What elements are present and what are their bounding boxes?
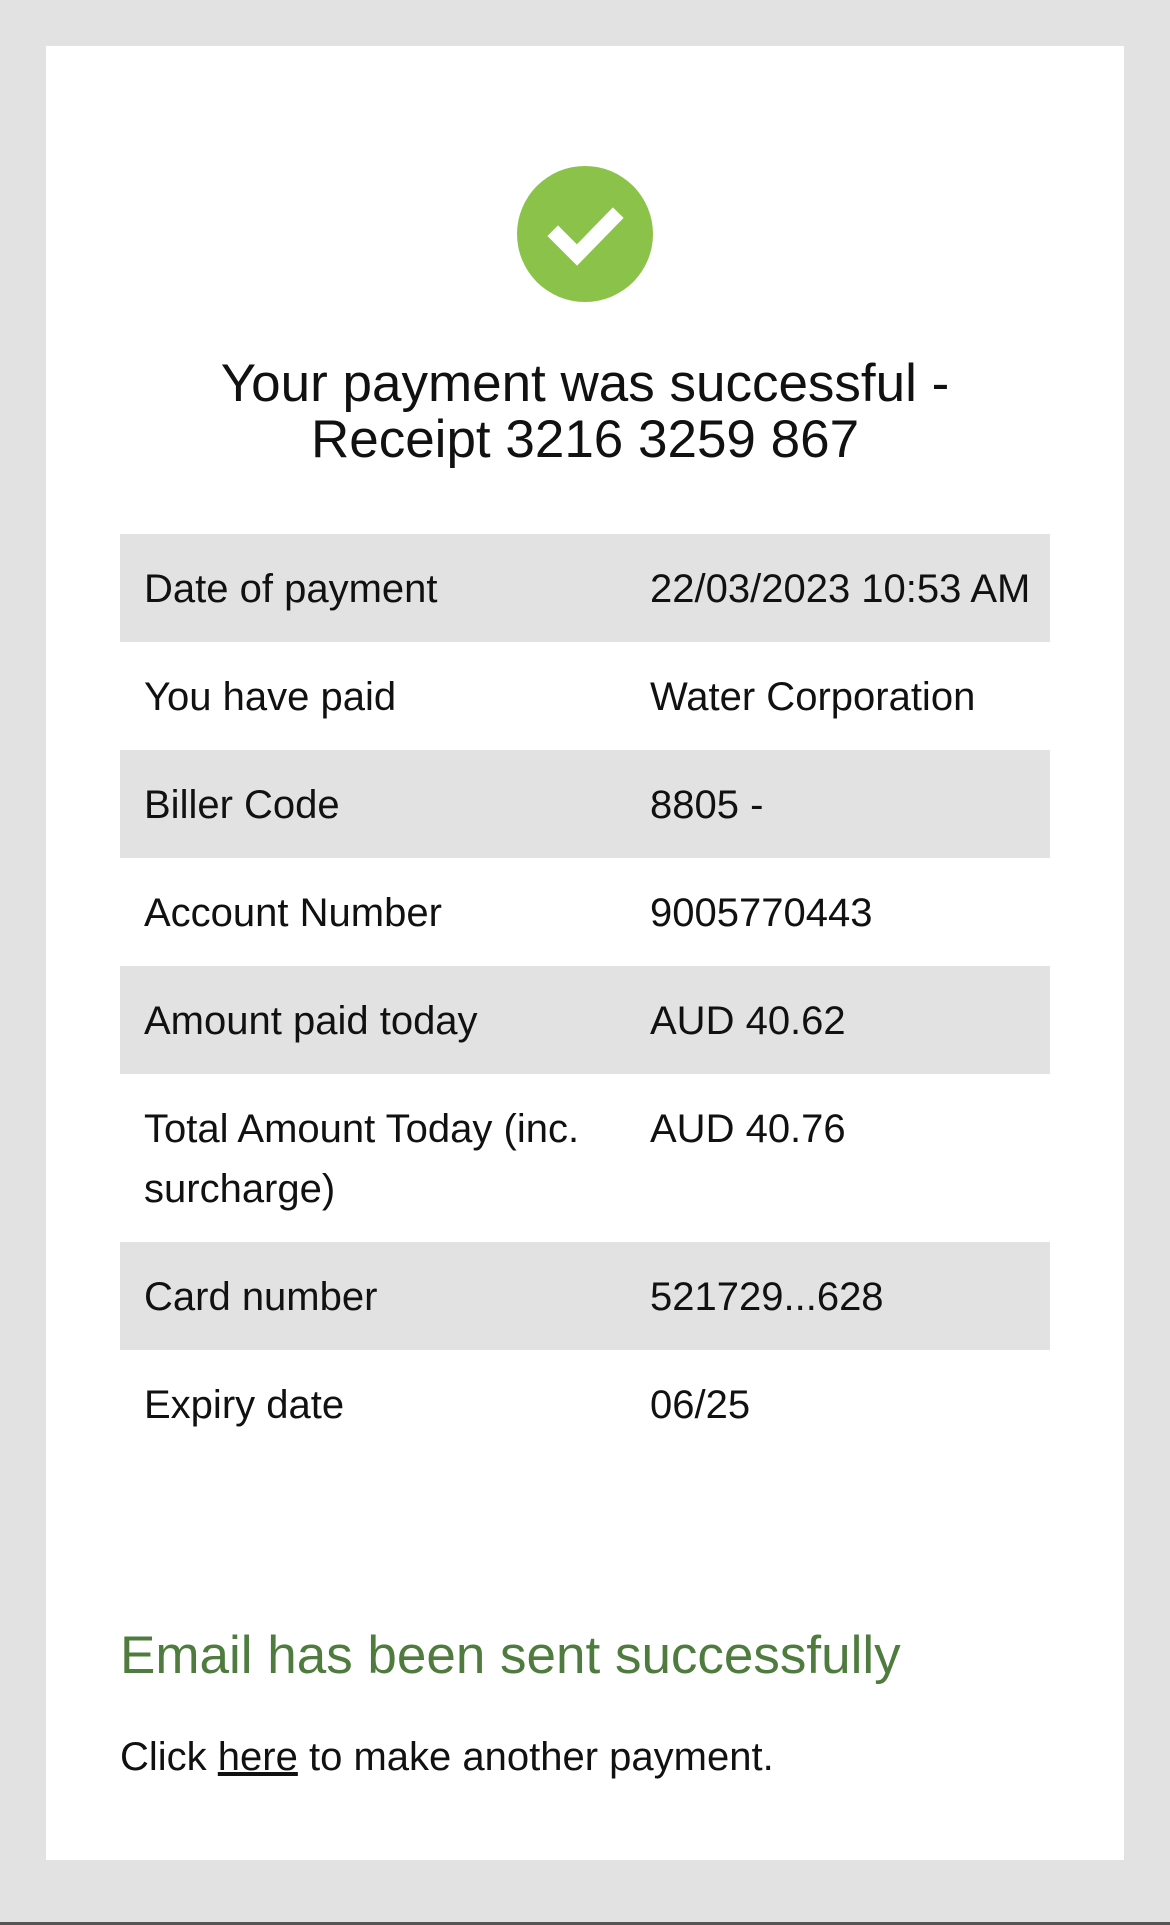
footer-prefix: Click — [120, 1735, 207, 1779]
receipt-card: Your payment was successful - Receipt 32… — [46, 46, 1124, 1860]
detail-label: Date of payment — [120, 534, 650, 642]
another-payment-prompt: Click here to make another payment. — [120, 1732, 774, 1782]
make-another-payment-link[interactable]: here — [218, 1735, 298, 1779]
detail-value: 9005770443 — [650, 891, 873, 935]
email-sent-message: Email has been sent successfully — [120, 1626, 901, 1685]
heading-line-1: Your payment was successful - — [220, 354, 950, 413]
detail-row-payee: You have paid Water Corporation — [120, 642, 1050, 750]
detail-label: Account Number — [144, 891, 442, 935]
detail-value: AUD 40.76 — [650, 1107, 846, 1151]
checkmark-circle-icon — [517, 166, 653, 302]
detail-row-biller-code: Biller Code 8805 - — [120, 750, 1050, 858]
detail-label: Expiry date — [144, 1383, 345, 1427]
detail-row-amount-paid: Amount paid today AUD 40.62 — [120, 966, 1050, 1074]
detail-label: Biller Code — [120, 750, 650, 858]
detail-row-total-amount: Total Amount Today (inc. surcharge) AUD … — [120, 1074, 1050, 1242]
detail-value: 06/25 — [650, 1383, 751, 1427]
detail-value: AUD 40.62 — [650, 966, 1050, 1074]
detail-label: You have paid — [144, 675, 397, 719]
detail-value: 8805 - — [650, 750, 1050, 858]
payment-details-table: Date of payment 22/03/2023 10:53 AM You … — [120, 534, 1050, 1458]
detail-row-account-number: Account Number 9005770443 — [120, 858, 1050, 966]
detail-value: 22/03/2023 10:53 AM — [650, 534, 1050, 642]
detail-label: Amount paid today — [120, 966, 650, 1074]
checkmark-icon — [547, 207, 624, 266]
receipt-number: Receipt 3216 3259 867 — [310, 410, 860, 469]
detail-row-expiry-date: Expiry date 06/25 — [120, 1350, 1050, 1458]
detail-row-date: Date of payment 22/03/2023 10:53 AM — [120, 534, 1050, 642]
detail-row-card-number: Card number 521729...628 — [120, 1242, 1050, 1350]
detail-label: Card number — [120, 1242, 650, 1350]
payment-success-heading: Your payment was successful - Receipt 32… — [46, 356, 1124, 468]
detail-value: Water Corporation — [650, 675, 976, 719]
detail-label: Total Amount Today (inc. surcharge) — [144, 1107, 580, 1211]
detail-value: 521729...628 — [650, 1242, 1050, 1350]
footer-suffix: to make another payment. — [308, 1735, 774, 1779]
